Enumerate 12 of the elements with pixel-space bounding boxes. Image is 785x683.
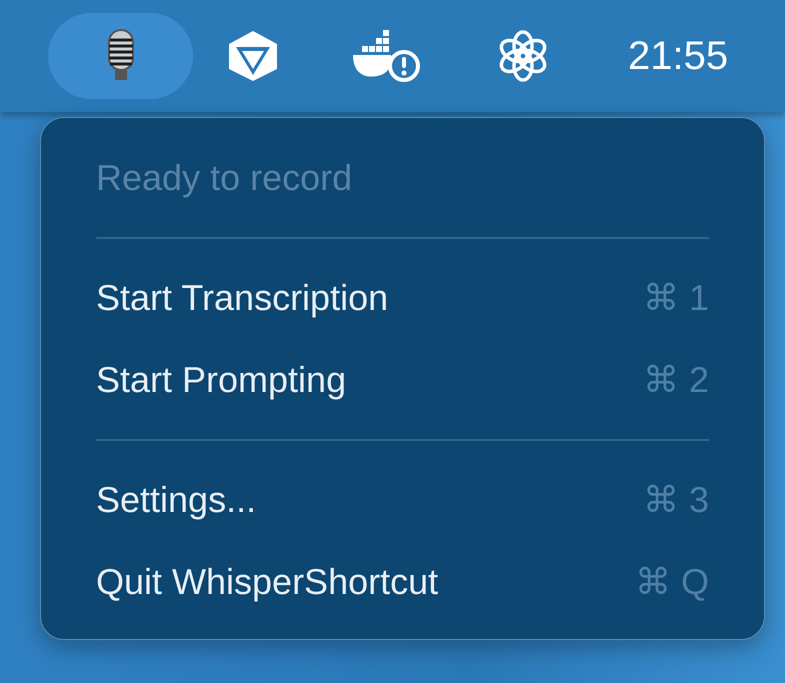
shortcut-text: ⌘ 2 bbox=[642, 359, 709, 401]
menu-item[interactable]: Settings... bbox=[96, 479, 256, 521]
shortcut-text: ⌘ 1 bbox=[642, 277, 709, 319]
shortcut-text: ⌘ 3 bbox=[642, 479, 709, 521]
menu-item[interactable]: Start Prompting bbox=[96, 359, 346, 401]
shortcut-text: ⌘ Q bbox=[634, 561, 709, 603]
status-text: Ready to record bbox=[96, 157, 352, 199]
microphone-icon bbox=[107, 29, 134, 80]
menu-item[interactable]: Start Transcription bbox=[96, 277, 388, 319]
whale-icon bbox=[353, 30, 420, 82]
menu-item[interactable]: Quit WhisperShortcut bbox=[96, 561, 438, 603]
clock: 21:55 bbox=[628, 34, 728, 78]
